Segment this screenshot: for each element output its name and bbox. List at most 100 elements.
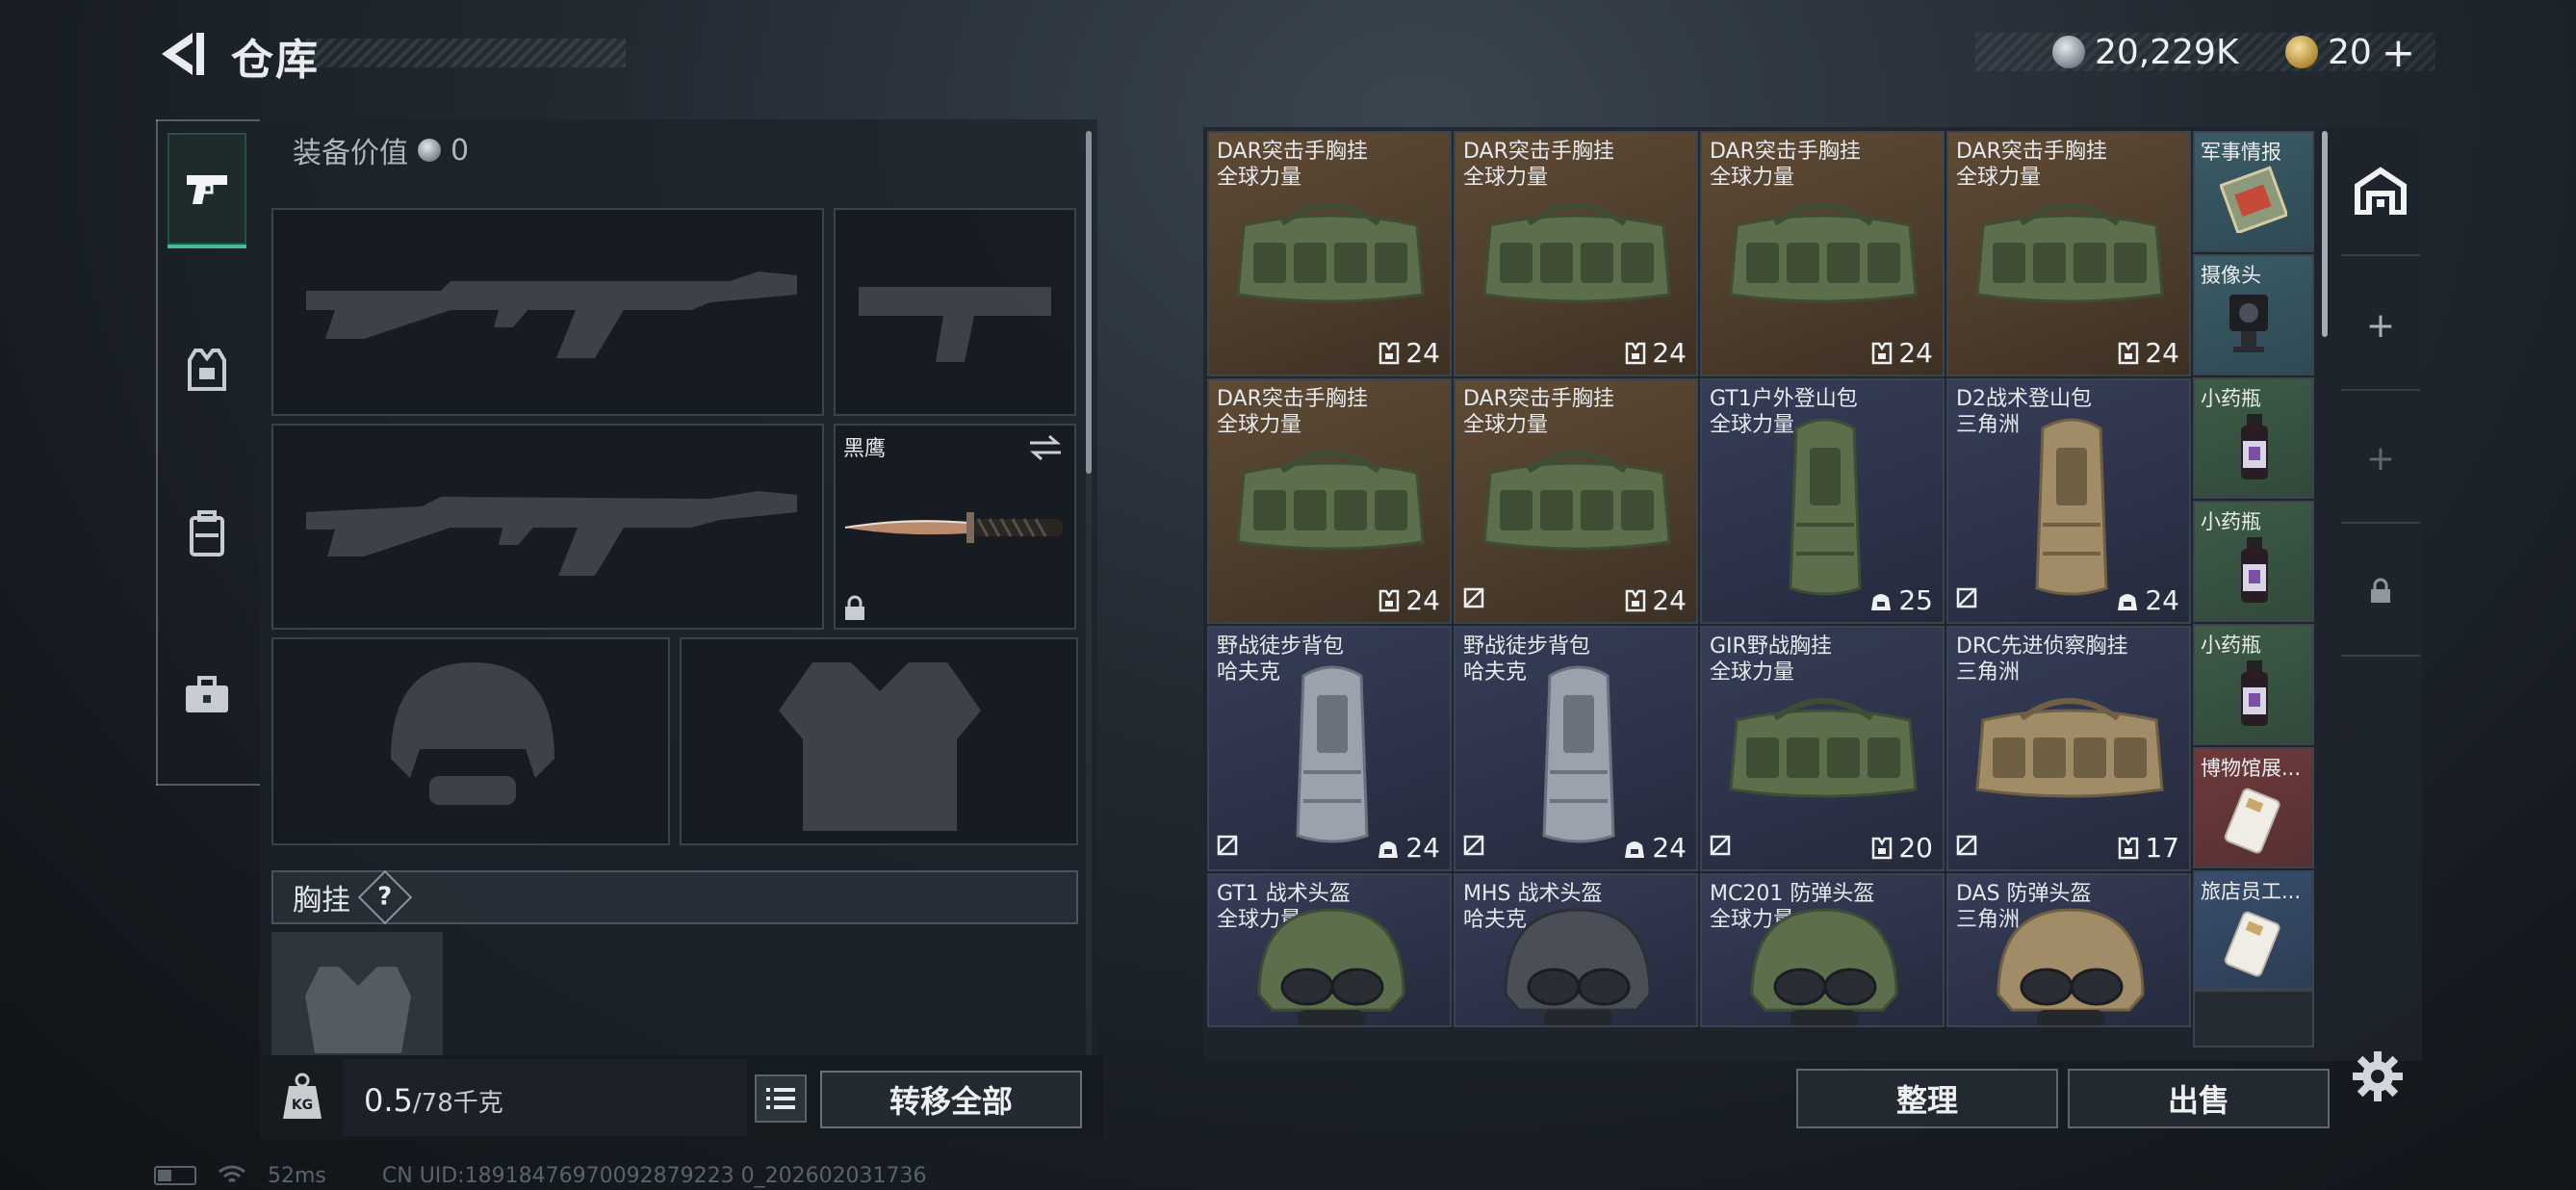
stash-item[interactable]: D2战术登山包 三角洲 24 <box>1946 378 2191 624</box>
chest-rig-label: 胸挂 <box>293 884 350 918</box>
stash-scrollbar[interactable] <box>2322 131 2328 337</box>
item-art <box>1531 657 1627 853</box>
back-button[interactable] <box>154 27 208 81</box>
toolbox-icon <box>186 676 228 712</box>
item-capacity: 24 <box>1625 584 1687 616</box>
stash-item[interactable]: 野战徒步背包 哈夫克 24 <box>1454 626 1698 871</box>
stash-small-item[interactable]: 小药瓶 <box>2193 377 2314 499</box>
sell-button[interactable]: 出售 <box>2068 1069 2330 1128</box>
equip-value-label: 装备价值 <box>293 137 408 170</box>
stash-item[interactable]: DAS 防弹头盔 三角洲 <box>1946 873 2191 1027</box>
weight-kg-icon: KG <box>283 1073 322 1119</box>
stash-item[interactable]: GT1户外登山包 全球力量 25 <box>1700 378 1945 624</box>
lock-icon <box>2371 578 2390 603</box>
stash-item[interactable]: GT1 战术头盔 全球力量 <box>1207 873 1452 1027</box>
swap-icon[interactable] <box>1028 433 1063 462</box>
item-capacity-value: 24 <box>1898 337 1933 369</box>
stash-small-item[interactable]: 摄像头 <box>2193 254 2314 375</box>
stash-small-item[interactable]: 小药瓶 <box>2193 501 2314 622</box>
no-trade-icon <box>1463 835 1484 856</box>
tab-armor[interactable] <box>167 312 246 427</box>
chest-rig-header[interactable]: 胸挂 ? <box>271 869 1078 925</box>
add-currency-icon[interactable]: + <box>2382 29 2415 76</box>
no-trade-icon <box>1463 587 1484 608</box>
item-name: GIR野战胸挂 <box>1710 634 1832 659</box>
stash-item[interactable]: DAR突击手胸挂 全球力量 24 <box>1207 131 1452 376</box>
item-capacity-value: 25 <box>1898 584 1933 616</box>
stash-item[interactable]: DAR突击手胸挂 全球力量 24 <box>1700 131 1945 376</box>
gold-amount: 20 <box>2328 32 2372 72</box>
melee-name: 黑鹰 <box>843 437 887 461</box>
tab-toolbox[interactable] <box>167 637 246 753</box>
currency-bar: 20,229K 20 + <box>1975 29 2435 76</box>
capacity-icon <box>1625 841 1645 858</box>
add-stash-page-button-2[interactable]: + <box>2341 395 2420 524</box>
item-capacity-value: 24 <box>1405 832 1440 864</box>
transfer-all-button[interactable]: 转移全部 <box>820 1071 1082 1128</box>
plus-icon: + <box>2365 438 2396 479</box>
no-trade-flag <box>1956 587 1977 612</box>
item-name-block: DAR突击手胸挂 全球力量 <box>1463 386 1614 438</box>
stash-item[interactable]: DAR突击手胸挂 全球力量 24 <box>1207 378 1452 624</box>
stash-item[interactable]: DAR突击手胸挂 全球力量 24 <box>1454 131 1698 376</box>
weight-current: 0.5 <box>364 1082 413 1119</box>
rifle-silhouette-icon <box>306 491 797 576</box>
stash-item[interactable]: GIR野战胸挂 全球力量 20 <box>1700 626 1945 871</box>
stash-small-item[interactable]: 旅店员工... <box>2193 870 2314 990</box>
secondary-weapon-slot[interactable] <box>271 424 824 630</box>
loadout-scrollbar[interactable] <box>1086 131 1092 474</box>
stash-item[interactable]: DRC先进侦察胸挂 三角洲 17 <box>1946 626 2191 871</box>
svg-text:KG: KG <box>292 1098 313 1113</box>
chest-rig-item-icon <box>1482 203 1671 303</box>
equipment-value: 装备价值 0 <box>293 129 469 171</box>
backpack-item-icon <box>1789 418 1862 596</box>
tab-weapons[interactable] <box>167 133 246 248</box>
warehouse-tab[interactable] <box>2341 127 2420 256</box>
item-capacity: 20 <box>1871 832 1933 864</box>
item-capacity: 24 <box>1623 832 1687 864</box>
stash-small-item[interactable]: 博物馆展... <box>2193 747 2314 868</box>
item-name-block: DAR突击手胸挂 全球力量 <box>1217 139 1368 191</box>
help-icon[interactable]: ? <box>357 869 413 925</box>
camera-item-icon <box>2229 295 2268 352</box>
small-item-art <box>2220 909 2287 982</box>
capacity-icon <box>1379 342 1400 364</box>
item-art <box>1777 409 1873 606</box>
helmet-slot[interactable] <box>271 637 670 845</box>
gold-currency[interactable]: 20 + <box>2285 29 2415 76</box>
item-art <box>1717 682 1929 811</box>
sort-button[interactable]: 整理 <box>1796 1069 2058 1128</box>
melee-slot[interactable]: 黑鹰 <box>834 424 1076 630</box>
stash-item[interactable]: 野战徒步背包 哈夫克 24 <box>1207 626 1452 871</box>
item-capacity-value: 20 <box>1898 832 1933 864</box>
settings-gear-icon[interactable] <box>2351 1049 2405 1103</box>
silver-coin-icon <box>418 139 441 162</box>
stash-small-item[interactable]: 军事情报 <box>2193 131 2314 252</box>
no-trade-icon <box>1710 835 1731 856</box>
empty-slot[interactable] <box>2193 990 2314 1048</box>
pistol-silhouette-icon <box>859 287 1051 362</box>
stash-item[interactable]: MHS 战术头盔 哈夫克 <box>1454 873 1698 1027</box>
item-name: DRC先进侦察胸挂 <box>1956 634 2128 659</box>
item-capacity: 24 <box>1625 337 1687 369</box>
list-view-button[interactable] <box>755 1074 807 1123</box>
stash-small-item[interactable]: 小药瓶 <box>2193 624 2314 745</box>
primary-weapon-slot[interactable] <box>271 208 824 416</box>
tab-backpack[interactable] <box>167 476 246 591</box>
item-name: DAR突击手胸挂 <box>1956 140 2107 164</box>
stash-item[interactable]: DAR突击手胸挂 全球力量 24 <box>1454 378 1698 624</box>
small-item-name: 摄像头 <box>2201 264 2261 287</box>
capacity-icon <box>1872 342 1893 364</box>
stash-item[interactable]: DAR突击手胸挂 全球力量 24 <box>1946 131 2191 376</box>
chest-rig-slot[interactable] <box>271 932 443 1057</box>
vest-icon <box>188 349 226 391</box>
gold-coin-icon <box>2285 36 2318 68</box>
item-capacity-value: 24 <box>1405 337 1440 369</box>
stash-item[interactable]: MC201 防弹头盔 全球力量 <box>1700 873 1945 1027</box>
locked-stash-page[interactable] <box>2341 528 2420 657</box>
back-arrow-icon <box>162 33 204 75</box>
chest-rig-item-icon <box>1975 698 2164 798</box>
body-armor-slot[interactable] <box>680 637 1078 845</box>
sidearm-slot[interactable] <box>834 208 1076 416</box>
add-stash-page-button[interactable]: + <box>2341 262 2420 391</box>
